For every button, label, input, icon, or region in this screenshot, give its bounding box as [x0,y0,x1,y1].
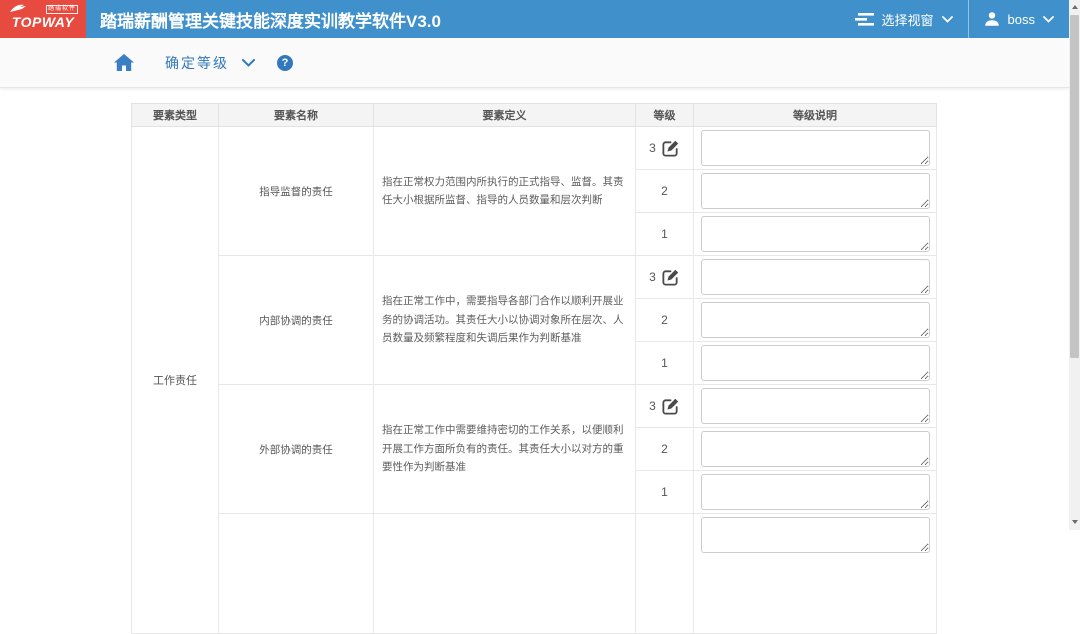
level-cell: 3 [636,127,694,170]
topway-logo[interactable]: TOPWAY 踏瑞软件 [0,0,86,38]
factor-name-cell: 指导监督的责任 [219,127,374,256]
level-cell [636,514,694,634]
scroll-up-button[interactable] [1069,1,1080,13]
level-description-cell [694,471,937,514]
level-number: 2 [661,313,668,327]
factor-table: 要素类型 要素名称 要素定义 等级 等级说明 工作责任指导监督的责任指在正常权力… [131,103,937,634]
level-number: 3 [649,270,656,284]
window-select-label: 选择视窗 [882,10,934,29]
level-cell: 2 [636,299,694,342]
home-button[interactable] [114,54,134,71]
home-icon [114,54,134,71]
scroll-down-icon [1072,520,1078,524]
factor-name-cell [219,514,374,634]
level-description-cell [694,299,937,342]
level-description-cell [694,170,937,213]
level-number: 3 [649,399,656,413]
edit-icon [661,397,680,416]
table-header-row: 要素类型 要素名称 要素定义 等级 等级说明 [132,104,937,127]
level-description-cell [694,213,937,256]
factor-definition-cell: 指在正常权力范围内所执行的正式指导、监督。其责任大小根据所监督、指导的人员数量和… [374,127,636,256]
level-number: 3 [649,141,656,155]
level-number: 1 [661,485,668,499]
scrollbar-thumb[interactable] [1070,15,1079,358]
level-description-input[interactable] [701,130,930,166]
level-number: 1 [661,227,668,241]
level-description-cell [694,428,937,471]
level-description-cell [694,127,937,170]
user-menu[interactable]: boss [969,0,1069,38]
logo-sub-text: 踏瑞软件 [46,5,78,14]
level-cell: 1 [636,213,694,256]
page-title: 踏瑞薪酬管理关键技能深度实训教学软件V3.0 [100,0,441,38]
col-header-factor-type: 要素类型 [132,104,219,127]
level-number: 2 [661,442,668,456]
edit-icon [661,139,680,158]
factor-definition-cell: 指在正常工作中，需要指导各部门合作以顺利开展业务的协调活功。其责任大小以协调对象… [374,256,636,385]
col-header-level: 等级 [636,104,694,127]
help-button[interactable]: ? [277,55,293,71]
level-number: 2 [661,184,668,198]
level-cell: 1 [636,342,694,385]
level-description-input[interactable] [701,431,930,467]
level-description-input[interactable] [701,259,930,295]
username-label: boss [1008,12,1035,27]
level-description-input[interactable] [701,388,930,424]
level-cell: 2 [636,428,694,471]
edit-level-button[interactable] [661,139,680,158]
breadcrumb-toolbar: 确定等级 ? [0,38,1069,88]
factor-definition-cell: 指在正常工作中需要维持密切的工作关系，以便顺利开展工作方面所负有的责任。其责任大… [374,385,636,514]
level-cell: 3 [636,385,694,428]
factor-name-cell: 内部协调的责任 [219,256,374,385]
edit-icon [661,268,680,287]
window-select-menu[interactable]: 选择视窗 [840,0,968,38]
level-description-input[interactable] [701,474,930,510]
factor-type-cell: 工作责任 [132,127,219,634]
scroll-down-button[interactable] [1069,516,1080,528]
edit-level-button[interactable] [661,397,680,416]
chevron-down-icon [1043,16,1054,23]
level-description-input[interactable] [701,216,930,252]
app-header: TOPWAY 踏瑞软件 踏瑞薪酬管理关键技能深度实训教学软件V3.0 选择视窗 … [0,0,1069,38]
level-description-input[interactable] [701,302,930,338]
level-cell: 3 [636,256,694,299]
table-row: 内部协调的责任指在正常工作中，需要指导各部门合作以顺利开展业务的协调活功。其责任… [132,256,937,299]
level-number: 1 [661,356,668,370]
level-cell: 1 [636,471,694,514]
level-description-cell [694,385,937,428]
factor-name-cell: 外部协调的责任 [219,385,374,514]
level-cell: 2 [636,170,694,213]
table-row: 外部协调的责任指在正常工作中需要维持密切的工作关系，以便顺利开展工作方面所负有的… [132,385,937,428]
breadcrumb[interactable]: 确定等级 [165,53,229,73]
edit-level-button[interactable] [661,268,680,287]
col-header-level-description: 等级说明 [694,104,937,127]
level-description-input[interactable] [701,517,930,553]
logo-brand-text: TOPWAY [12,15,74,29]
table-row [132,514,937,634]
col-header-factor-definition: 要素定义 [374,104,636,127]
breadcrumb-dropdown[interactable] [242,59,255,67]
scroll-up-icon [1072,5,1078,9]
vertical-scrollbar[interactable] [1069,0,1080,530]
factor-table-body: 工作责任指导监督的责任指在正常权力范围内所执行的正式指导、监督。其责任大小根据所… [132,127,937,634]
level-description-cell [694,514,937,634]
level-description-input[interactable] [701,173,930,209]
factor-definition-cell [374,514,636,634]
table-row: 工作责任指导监督的责任指在正常权力范围内所执行的正式指导、监督。其责任大小根据所… [132,127,937,170]
chevron-down-icon [942,16,953,23]
window-list-icon [855,13,874,26]
level-description-cell [694,342,937,385]
col-header-factor-name: 要素名称 [219,104,374,127]
logo-wing-icon [10,4,32,12]
level-description-input[interactable] [701,345,930,381]
chevron-down-icon [242,59,255,67]
user-icon [984,11,1000,27]
level-description-cell [694,256,937,299]
